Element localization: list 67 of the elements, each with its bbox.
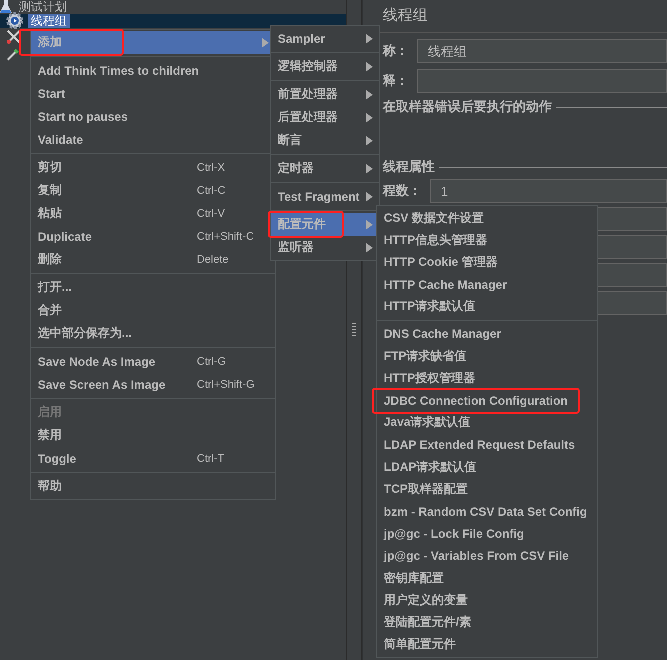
menu-item[interactable]: HTTP Cache Manager [377,274,597,296]
menu-item[interactable]: 用户定义的变量 [377,589,597,612]
flask-icon [0,0,12,14]
group-title: 线程属性 [383,158,435,176]
menu-item[interactable]: 选中部分保存为... [31,322,275,345]
menu-item[interactable]: 禁用 [31,424,275,447]
input-field[interactable]: 1 [430,179,667,203]
menu-item[interactable]: LDAP请求默认值 [377,456,597,478]
submenu-arrow-icon [366,164,373,174]
shortcut-label: Ctrl+Shift-C [197,230,256,242]
menu-item[interactable]: TCP取样器配置 [377,478,597,500]
submenu-arrow-icon [366,34,373,44]
group-title: 在取样器错误后要执行的动作 [383,98,552,116]
menu-item[interactable]: 帮助 [31,475,275,498]
submenu-arrow-icon [366,242,373,252]
shortcut-label: Ctrl+Shift-G [197,378,256,390]
menu-item[interactable]: CSV 数据文件设置 [377,207,597,230]
submenu-item[interactable]: Test Fragment [271,185,379,208]
submenu-item[interactable]: 监听器 [271,236,379,259]
menu-item[interactable]: DNS Cache Manager [377,322,597,346]
shortcut-label: Ctrl-T [197,452,226,464]
submenu-arrow-icon [262,38,269,48]
tree-item[interactable]: 测试计划 [16,0,70,14]
shortcut-label: Ctrl-G [197,356,228,368]
menu-item[interactable]: 密钥库配置 [377,567,597,590]
submenu-item[interactable]: 逻辑控制器 [271,55,379,78]
shortcut-label: Ctrl-C [197,184,227,196]
field-label: 释： [383,72,409,90]
menu-item[interactable]: jp@gc - Lock File Config [377,522,597,545]
menu-item[interactable]: HTTP Cookie 管理器 [377,251,597,274]
tree-item[interactable]: 线程组 [28,14,70,28]
menu-item[interactable]: JDBC Connection Configuration [377,390,597,412]
submenu-item[interactable]: 后置处理器 [271,106,379,129]
submenu-arrow-icon [366,62,373,72]
submenu-arrow-icon [366,192,373,202]
menu-item[interactable]: 打开... [31,276,275,299]
submenu-arrow-icon [366,90,373,100]
submenu-item[interactable]: 定时器 [271,157,379,180]
menu-item[interactable]: HTTP请求默认值 [377,296,597,318]
grip-icon[interactable] [352,323,356,337]
submenu-arrow-icon [366,136,373,146]
submenu-arrow-icon [366,112,373,122]
field-label: 程数： [383,182,422,200]
menu-item[interactable]: HTTP授权管理器 [377,367,597,390]
menu-item[interactable]: 合并 [31,299,275,322]
menu-item[interactable]: bzm - Random CSV Data Set Config [377,500,597,523]
menu-item[interactable]: FTP请求缺省值 [377,345,597,368]
menu-item[interactable]: Save Node As Image Ctrl-G [31,350,275,373]
scissors-icon [6,28,22,44]
menu-item[interactable]: Toggle Ctrl-T [31,447,275,470]
menu-item[interactable]: Java请求默认值 [377,412,597,434]
gear-icon [6,12,24,30]
shortcut-label: Ctrl-X [197,162,226,174]
submenu-item[interactable]: 断言 [271,129,379,152]
menu-item[interactable]: jp@gc - Variables From CSV File [377,544,597,567]
menu-item[interactable]: 简单配置元件 [377,634,597,656]
field-label: 称： [383,42,409,60]
input-field[interactable]: 线程组 [417,39,667,63]
shortcut-label: Ctrl-V [197,208,226,220]
menu-item[interactable]: HTTP信息头管理器 [377,229,597,252]
submenu-item[interactable]: 前置处理器 [271,83,379,106]
menu-item[interactable]: 登陆配置元件/素 [377,611,597,634]
shortcut-label: Delete [197,254,230,266]
menu-item[interactable]: LDAP Extended Request Defaults [377,434,597,456]
submenu-arrow-icon [366,220,373,230]
menu-item[interactable]: Save Screen As Image Ctrl+Shift-G [31,373,275,396]
input-field[interactable] [417,69,667,93]
